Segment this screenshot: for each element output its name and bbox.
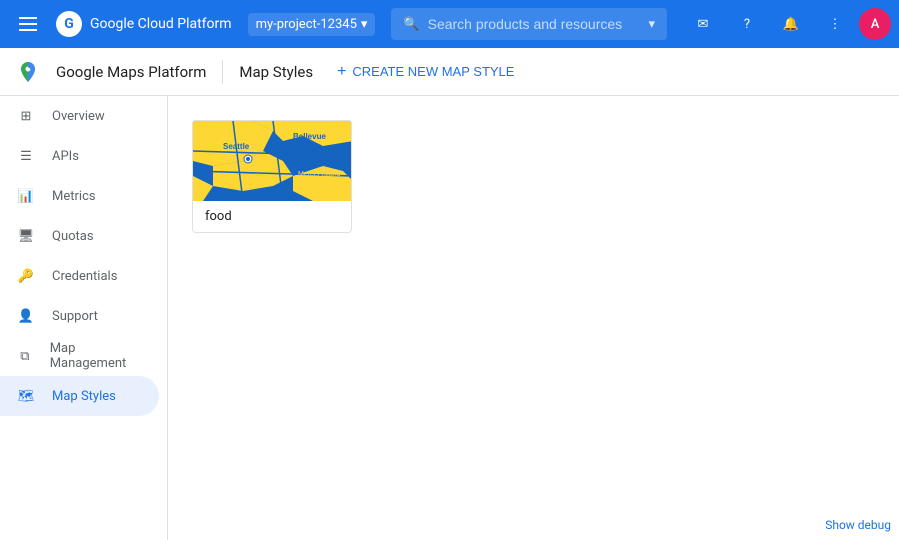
avatar[interactable]: A xyxy=(859,8,891,40)
divider xyxy=(222,60,223,84)
hamburger-icon xyxy=(19,17,37,31)
brand-title: Google Maps Platform xyxy=(56,63,206,81)
sidebar-item-overview[interactable]: ⊞ Overview xyxy=(0,96,159,136)
create-new-map-style-button[interactable]: + CREATE NEW MAP STYLE xyxy=(329,57,522,87)
sidebar-label-apis: APIs xyxy=(52,149,79,164)
menu-button[interactable] xyxy=(8,4,48,44)
svg-text:Bellevue: Bellevue xyxy=(293,132,326,141)
svg-text:Seattle: Seattle xyxy=(223,142,250,151)
grid-icon: ⊞ xyxy=(16,109,36,124)
help-button[interactable]: ? xyxy=(727,4,767,44)
sidebar-label-overview: Overview xyxy=(52,109,105,124)
sidebar-item-map-styles[interactable]: 🗺 Map Styles xyxy=(0,376,159,416)
add-icon: + xyxy=(337,63,346,81)
sidebar-label-credentials: Credentials xyxy=(52,269,117,284)
person-icon: 👤 xyxy=(16,309,36,324)
more-options-button[interactable]: ⋮ xyxy=(815,4,855,44)
dropdown-icon: ▾ xyxy=(361,17,368,32)
email-button[interactable]: ✉ xyxy=(683,4,723,44)
sidebar-item-apis[interactable]: ☰ APIs xyxy=(0,136,159,176)
key-icon: 🔑 xyxy=(16,269,36,284)
sidebar-item-support[interactable]: 👤 Support xyxy=(0,296,159,336)
sidebar-label-quotas: Quotas xyxy=(52,229,94,244)
map-thumbnail-svg: Seattle Bellevue Mercer Island xyxy=(193,121,352,201)
sidebar-label-map-management: Map Management xyxy=(50,341,143,371)
project-selector[interactable]: my-project-12345 ▾ xyxy=(248,13,376,36)
sidebar-item-map-management[interactable]: ⧉ Map Management xyxy=(0,336,159,376)
app-logo-area: G Google Cloud Platform xyxy=(56,11,232,37)
header-actions: ✉ ? 🔔 ⋮ A xyxy=(683,4,891,44)
search-dropdown-icon[interactable]: ▾ xyxy=(648,17,655,32)
sidebar-label-map-styles: Map Styles xyxy=(52,389,116,404)
page-title: Map Styles xyxy=(239,63,313,81)
top-header: G Google Cloud Platform my-project-12345… xyxy=(0,0,899,48)
sidebar-item-metrics[interactable]: 📊 Metrics xyxy=(0,176,159,216)
main-content: Seattle Bellevue Mercer Island food xyxy=(168,96,899,540)
sidebar: ⊞ Overview ☰ APIs 📊 Metrics 🖥 Quotas 🔑 C… xyxy=(0,96,168,540)
sidebar-item-credentials[interactable]: 🔑 Credentials xyxy=(0,256,159,296)
svg-text:Mercer Island: Mercer Island xyxy=(298,171,341,178)
sidebar-item-quotas[interactable]: 🖥 Quotas xyxy=(0,216,159,256)
show-debug-link[interactable]: Show debug xyxy=(825,518,891,532)
map-style-name: food xyxy=(193,201,351,232)
google-logo: G xyxy=(56,11,82,37)
search-bar[interactable]: 🔍 ▾ xyxy=(391,8,667,40)
search-input[interactable] xyxy=(428,16,641,32)
app-title: Google Cloud Platform xyxy=(90,16,232,32)
map-thumbnail: Seattle Bellevue Mercer Island xyxy=(193,121,352,201)
search-icon: 🔍 xyxy=(403,17,419,32)
sidebar-label-support: Support xyxy=(52,309,98,324)
sidebar-label-metrics: Metrics xyxy=(52,189,96,204)
layers-icon: ⧉ xyxy=(16,349,34,364)
maps-logo xyxy=(16,60,40,84)
bar-chart-icon: 📊 xyxy=(16,189,36,204)
list-icon: ☰ xyxy=(16,149,36,164)
monitor-icon: 🖥 xyxy=(16,229,36,244)
notifications-button[interactable]: 🔔 xyxy=(771,4,811,44)
map-icon: 🗺 xyxy=(16,389,36,404)
map-style-card-food[interactable]: Seattle Bellevue Mercer Island food xyxy=(192,120,352,233)
subheader: Google Maps Platform Map Styles + CREATE… xyxy=(0,48,899,96)
